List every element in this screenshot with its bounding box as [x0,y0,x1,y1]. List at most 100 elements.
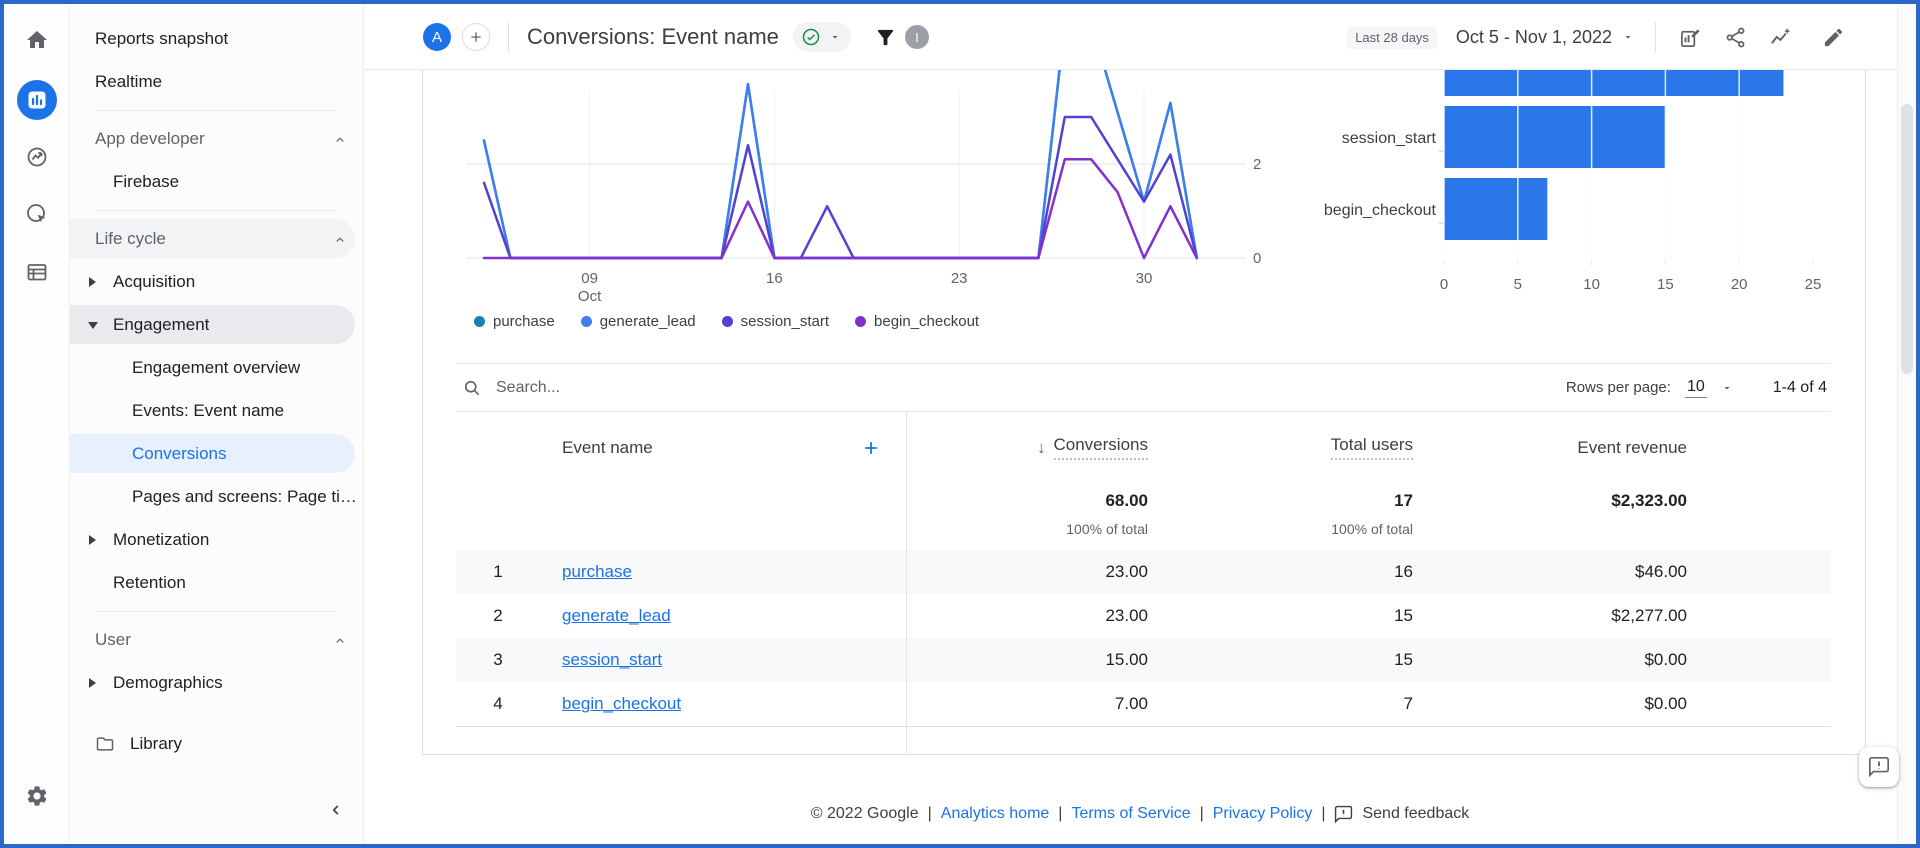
bar-chart-x-tick: 15 [1657,276,1674,293]
sidebar-item-demographics[interactable]: Demographics [70,661,363,704]
share-report-button[interactable] [1722,24,1748,50]
line-chart-x-tick: 09 [581,270,598,287]
sidebar-divider [70,604,363,618]
sidebar-item-engagement[interactable]: Engagement [70,303,363,346]
terms-of-service-link[interactable]: Terms of Service [1071,805,1190,823]
event-name-link[interactable]: session_start [562,650,662,670]
feedback-fab[interactable] [1859,747,1899,787]
sidebar-item-retention[interactable]: Retention [70,561,363,604]
edit-report-button[interactable] [1820,24,1846,50]
legend-dot-icon [474,315,485,327]
rail-button-explore[interactable] [17,137,57,177]
footer-separator: | [1058,805,1063,822]
analytics-home-link[interactable]: Analytics home [941,805,1050,823]
conversions-charts[interactable]: 2009Oct16 23 30session_startbegin_checkout… [423,70,1867,306]
sidebar-item-app-developer[interactable]: App developer [70,117,363,160]
feedback-bubble-icon [1335,805,1353,823]
table-row: 2 generate_lead 23.00 15 $2,277.00 [456,594,1831,638]
avatar[interactable]: A [423,23,451,51]
scrollbar-thumb[interactable] [1901,104,1913,374]
insights-button[interactable] [1767,24,1793,50]
sidebar-item-library[interactable]: Library [70,722,363,765]
line-chart-x-tick-sub: Oct [578,288,602,305]
event-name-link[interactable]: generate_lead [562,606,671,626]
sidebar-item-life-cycle[interactable]: Life cycle [70,217,363,260]
legend-label: generate_lead [599,312,696,330]
sidebar-item-conversions[interactable]: Conversions [70,432,363,475]
pagination-status: 1-4 of 4 [1772,378,1827,396]
line-chart-x-tick: 30 [1136,270,1153,287]
bar-chart-x-tick: 20 [1731,276,1748,293]
add-filter-button[interactable] [873,24,899,50]
check-circle-icon [802,28,820,46]
footer-separator: | [1199,805,1204,822]
column-header-event-name[interactable]: Event name [562,412,653,483]
add-comparison-button[interactable] [462,23,490,51]
insight-badge[interactable]: I [904,25,929,49]
event-name-link[interactable]: purchase [562,562,632,582]
sidebar-item-label: Reports snapshot [95,28,229,48]
sidebar-item-user[interactable]: User [70,618,363,661]
column-header-total-users[interactable]: Total users [1330,412,1413,483]
sidebar-item-firebase[interactable]: Firebase [70,160,363,203]
chevron-up-icon[interactable] [333,232,347,246]
legend-item-generate_lead[interactable]: generate_lead [580,312,696,330]
plus-icon [471,32,481,42]
sidebar-item-realtime[interactable]: Realtime [70,60,363,103]
legend-label: session_start [740,312,830,330]
rail-button-settings[interactable] [17,776,57,816]
data-quality-pill[interactable] [792,22,851,52]
table-row: 3 session_start 15.00 15 $0.00 [456,638,1831,682]
charts-region: 2 0 09 Oct 16 23 30 session_start begin_checkout… [423,70,1867,306]
date-range-picker[interactable]: Oct 5 - Nov 1, 2022 [1456,27,1634,48]
expand-caret-icon[interactable] [87,534,99,546]
rail-button-home[interactable] [17,20,57,60]
rows-per-page-select[interactable]: 10 [1684,378,1707,398]
legend-item-session_start[interactable]: session_start [721,312,830,330]
search-input[interactable] [496,378,796,397]
sidebar-item-engagement-overview[interactable]: Engagement overview [70,346,363,389]
sidebar-item-label: User [95,629,131,649]
sidebar-item-acquisition[interactable]: Acquisition [70,260,363,303]
collapse-caret-icon[interactable] [87,319,99,331]
customize-report-button[interactable] [1677,24,1703,50]
bar-session_start [1444,106,1666,168]
privacy-policy-link[interactable]: Privacy Policy [1213,805,1313,823]
table-toolbar: Rows per page: 10 1-4 of 4 [456,363,1831,412]
event-name-link[interactable]: begin_checkout [562,694,681,714]
send-feedback-link[interactable]: Send feedback [1362,805,1469,823]
configure-icon [25,260,49,284]
sidebar-item-reports-snapshot[interactable]: Reports snapshot [70,17,363,60]
rail-button-reports[interactable] [17,80,57,120]
legend-item-begin_checkout[interactable]: begin_checkout [855,313,979,330]
row-rank: 4 [493,694,503,713]
legend-item-purchase[interactable]: purchase [474,313,555,330]
sidebar-item-monetization[interactable]: Monetization [70,518,363,561]
sidebar-item-label: Events: Event name [132,400,285,420]
caret-down-icon[interactable] [1721,382,1733,394]
rail-button-advertising[interactable] [17,194,57,234]
header-divider [508,22,509,52]
reports-icon [25,88,49,112]
advertising-icon [25,202,49,226]
add-dimension-button[interactable] [859,436,883,460]
sidebar-item-events-event-name[interactable]: Events: Event name [70,389,363,432]
totals-conversions: 68.00 [1105,491,1148,510]
chevron-up-icon[interactable] [333,132,347,146]
chevron-up-icon[interactable] [333,633,347,647]
footer-separator: | [927,805,932,822]
expand-caret-icon[interactable] [87,677,99,689]
column-header-event-revenue[interactable]: Event revenue [1577,412,1687,483]
expand-caret-icon[interactable] [87,276,99,288]
row-event-name: begin_checkout [562,682,681,726]
sidebar-item-pages-and-screens-page-ti[interactable]: Pages and screens: Page ti… [70,475,363,518]
column-header-conversions[interactable]: ↓ Conversions [1037,412,1148,483]
sidebar-item-label: Engagement overview [132,357,301,377]
date-preset-label: Last 28 days [1347,25,1437,49]
vertical-scrollbar[interactable] [1897,4,1916,844]
row-event-name: purchase [562,550,632,594]
row-total-users: 16 [1394,562,1413,581]
collapse-sidebar-button[interactable] [320,794,352,826]
rail-button-configure[interactable] [17,252,57,292]
